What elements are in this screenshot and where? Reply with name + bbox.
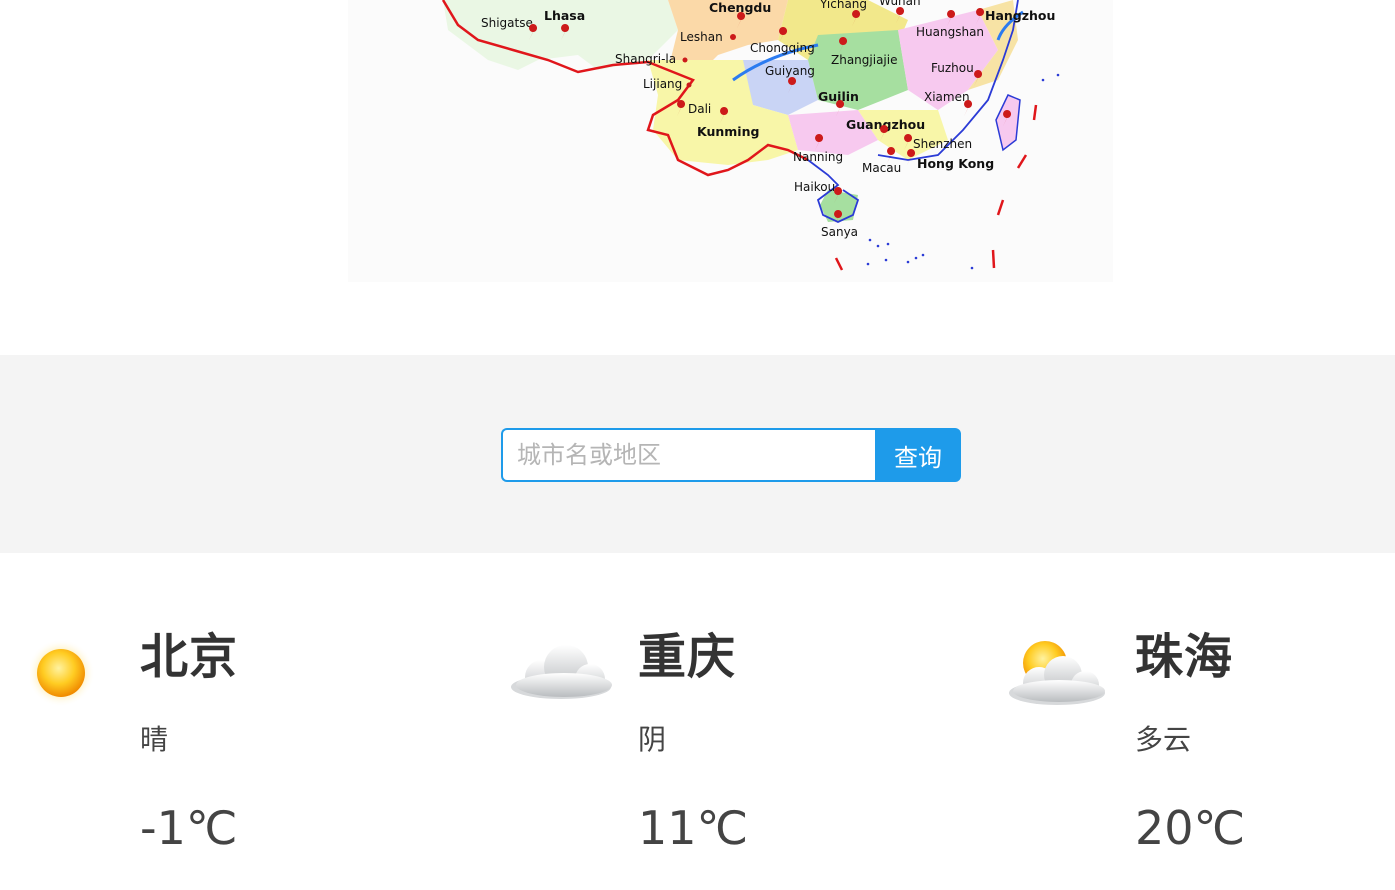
city-name: 珠海 [1135, 629, 1234, 685]
weather-card-chongqing: 重庆 阴 11℃ [511, 615, 988, 875]
search-form: 查询 [501, 428, 961, 482]
city-name: 重庆 [638, 629, 737, 685]
temperature: -1℃ [140, 801, 238, 855]
weather-card-beijing: 北京 晴 -1℃ [30, 615, 490, 875]
region-taiwan [995, 94, 1021, 152]
map-svg: Shigatse LhasaChengdu Yichang WuhanHangzhou… [441, 0, 1060, 271]
map-city-label: Shenzhen [913, 137, 972, 151]
map-city-label: Shigatse [481, 16, 533, 30]
weather-condition: 多云 [1135, 723, 1192, 756]
map-city-label: Wuhan [879, 0, 921, 8]
map-city-label: Zhangjiajie [831, 53, 897, 67]
partly-cloudy-icon [1009, 641, 1105, 705]
china-map: Shigatse Lhasa Chengdu Yichang Wuhan Hangzhou… [348, 0, 1113, 282]
overcast-cloud-icon [511, 645, 612, 699]
map-city-label: Guiyang [765, 64, 815, 78]
map-city-label: Huangshan [916, 25, 984, 39]
map-city-label: Hong Kong [917, 156, 994, 171]
map-city-label: Leshan [680, 30, 723, 44]
map-city-label: Fuzhou [931, 61, 974, 75]
map-city-label: Yichang [819, 0, 867, 11]
map-city-label: Kunming [697, 124, 759, 139]
map-city-label: Dali [688, 102, 711, 116]
map-city-label: Haikou [794, 180, 835, 194]
sunny-icon [30, 639, 95, 707]
map-city-label: Shangri-la [615, 52, 676, 66]
map-city-label: Lijiang [643, 77, 682, 91]
city-name: 北京 [140, 629, 239, 685]
map-city-label: Sanya [821, 225, 858, 239]
city-search-input[interactable] [501, 428, 875, 482]
map-city-label: Macau [862, 161, 901, 175]
weather-condition: 阴 [638, 723, 667, 756]
map-city-label: Lhasa [544, 8, 585, 23]
map-city-label: Hangzhou [985, 8, 1055, 23]
query-button[interactable]: 查询 [875, 428, 961, 482]
map-city-label: Nanning [793, 150, 843, 164]
temperature: 20℃ [1135, 801, 1246, 855]
map-city-label: Xiamen [924, 90, 970, 104]
weather-condition: 晴 [140, 723, 169, 756]
map-city-label: Chongqing [750, 41, 815, 55]
marker-icon [964, 100, 973, 116]
temperature: 11℃ [638, 801, 749, 855]
weather-card-zhuhai: 珠海 多云 20℃ [1009, 615, 1395, 875]
